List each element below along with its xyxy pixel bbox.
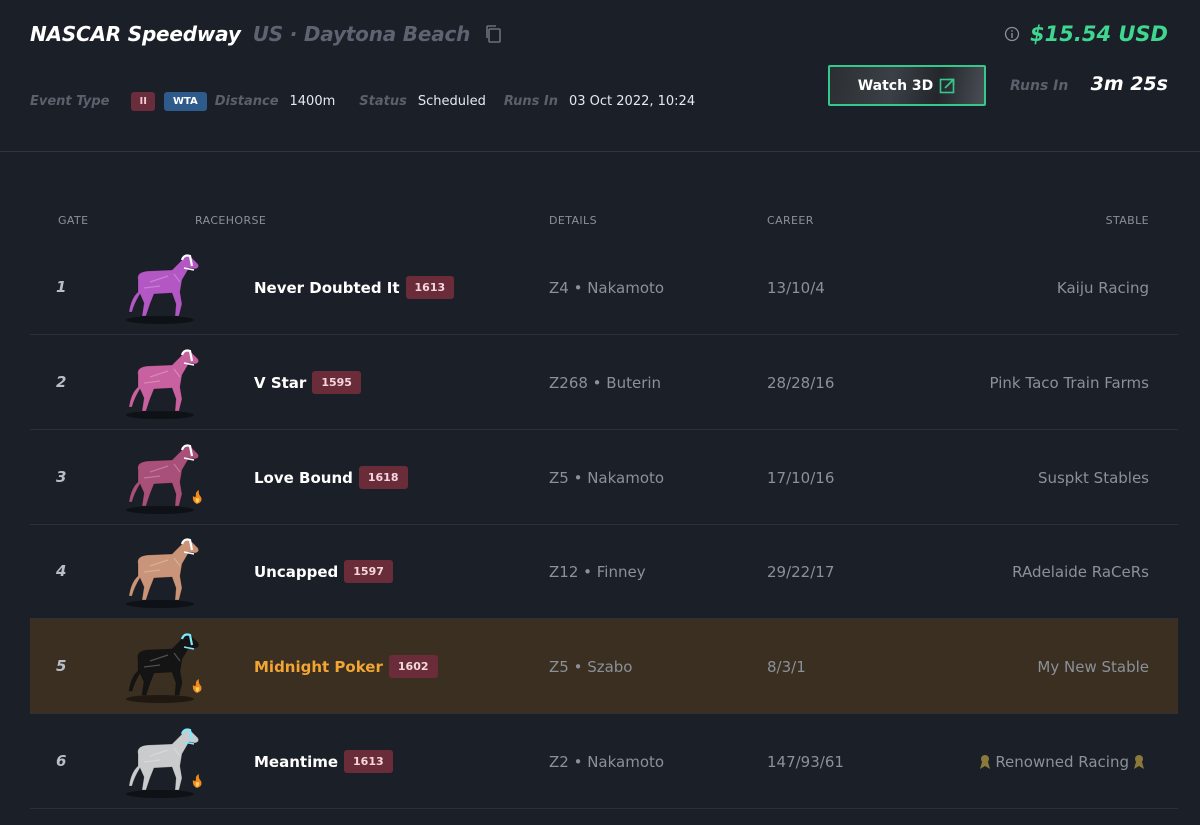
horse-icon [126,444,202,514]
rating-badge: 1597 [344,560,393,583]
horse-icon [126,728,202,798]
stable-name: My New Stable [1037,658,1149,676]
horse-name-cell: Meantime 1613 [254,750,393,773]
horse-name-cell: V Star 1595 [254,371,361,394]
horse-career: 17/10/16 [767,469,835,487]
award-ribbon-icon [978,754,992,770]
horse-avatar[interactable] [120,530,202,610]
stable-name: Kaiju Racing [1056,279,1149,297]
horse-details: Z5 • Szabo [549,658,633,676]
horse-stable[interactable]: Renowned Racing [975,753,1149,771]
horse-icon [126,538,199,608]
header-gate: GATE [58,214,89,227]
rating-badge: 1613 [405,276,455,299]
race-meta: Event Type II WTA Distance 1400m Status … [30,92,695,111]
runs-in-label: Runs In [503,94,558,109]
fire-icon [192,490,202,504]
table-row[interactable]: 1 Never Doubted It 1613 Z4 • Nakamoto 13… [30,240,1178,335]
status-value: Scheduled [417,94,486,109]
info-icon[interactable] [1004,26,1020,42]
horse-name[interactable]: V Star [254,374,306,392]
race-name: NASCAR Speedway [30,22,241,46]
horse-name[interactable]: Midnight Poker [254,658,383,676]
horse-details: Z2 • Nakamoto [549,753,665,771]
stable-name: Pink Taco Train Farms [989,374,1149,392]
external-link-icon [939,77,956,94]
countdown-value: 3m 25s [1090,73,1168,95]
fire-icon [192,774,202,788]
stable-name: Suspkt Stables [1037,469,1149,487]
horse-icon [126,254,199,324]
gate-number: 5 [56,657,67,675]
horse-details: Z4 • Nakamoto [549,279,665,297]
gate-number: 3 [56,468,67,486]
rating-badge: 1602 [388,655,438,678]
stable-name: RAdelaide RaCeRs [1012,563,1149,581]
horse-career: 147/93/61 [767,753,844,771]
horse-stable[interactable]: Kaiju Racing [1057,279,1149,297]
entry-fee-amount: $15.54 USD [1030,22,1168,46]
stable-name: Renowned Racing [995,753,1129,771]
race-title-row: NASCAR Speedway US · Daytona Beach [30,22,502,46]
table-row[interactable]: 3 Love Bound 1618 Z5 • Nakamoto 17/10/16… [30,430,1178,525]
class-badge: II [131,92,155,111]
rating-badge: 1595 [312,371,361,394]
horse-stable[interactable]: RAdelaide RaCeRs [1012,563,1149,581]
horse-name[interactable]: Meantime [254,753,338,771]
horse-stable[interactable]: Suspkt Stables [1038,469,1149,487]
gate-number: 6 [56,752,67,770]
table-row[interactable]: 6 Meantime 1613 Z2 • Nakamoto 147/93/61 … [30,714,1178,809]
horse-career: 29/22/17 [767,563,835,581]
horse-stable[interactable]: My New Stable [1037,658,1149,676]
horse-name-cell: Uncapped 1597 [254,560,393,583]
event-type-label: Event Type [30,94,110,109]
gate-number: 4 [56,562,67,580]
horse-avatar[interactable] [120,625,202,705]
header-racehorse: RACEHORSE [195,214,267,227]
horse-career: 28/28/16 [767,374,835,392]
watch-3d-button[interactable]: Watch 3D [828,65,986,106]
start-time: 03 Oct 2022, 10:24 [569,94,696,109]
header-details: DETAILS [549,214,597,227]
race-location: US · Daytona Beach [252,22,471,46]
rating-badge: 1618 [358,466,408,489]
horse-details: Z12 • Finney [549,563,646,581]
horse-details: Z268 • Buterin [549,374,662,392]
horse-avatar[interactable] [120,720,202,800]
gate-number: 1 [56,278,67,296]
horse-name[interactable]: Never Doubted It [254,279,400,297]
award-ribbon-icon [1132,754,1146,770]
horse-name[interactable]: Love Bound [254,469,353,487]
horse-name-cell: Love Bound 1618 [254,466,408,489]
horse-name[interactable]: Uncapped [254,563,338,581]
horse-stable[interactable]: Pink Taco Train Farms [990,374,1149,392]
header-career: CAREER [767,214,814,227]
table-row[interactable]: 2 V Star 1595 Z268 • Buterin 28/28/16 Pi… [30,335,1178,430]
horse-name-cell: Never Doubted It 1613 [254,276,455,299]
table-row[interactable]: 4 Uncapped 1597 Z12 • Finney 29/22/17 RA… [30,524,1178,619]
horse-avatar[interactable] [120,246,202,326]
header-stable: STABLE [1105,214,1149,227]
horse-avatar[interactable] [120,436,202,516]
type-badge: WTA [163,92,207,111]
distance-label: Distance [214,94,279,109]
distance-value: 1400m [289,94,336,109]
horse-icon [126,349,199,419]
horse-details: Z5 • Nakamoto [549,469,665,487]
horse-icon [126,633,202,703]
entry-fee: $15.54 USD [1004,22,1168,46]
horse-avatar[interactable] [120,341,202,421]
status-label: Status [359,94,407,109]
fire-icon [192,679,202,693]
table-row-selected[interactable]: 5 Midnight Poker 1602 Z5 • Szabo 8/3/1 M… [30,619,1178,714]
watch-3d-label: Watch 3D [857,77,934,94]
horse-career: 13/10/4 [767,279,825,297]
horse-name-cell: Midnight Poker 1602 [254,655,438,678]
race-header: NASCAR Speedway US · Daytona Beach $15.5… [0,0,1200,152]
horse-career: 8/3/1 [767,658,806,676]
gate-number: 2 [56,373,67,391]
rating-badge: 1613 [344,750,393,773]
copy-icon[interactable] [484,24,502,44]
countdown-label: Runs In [1010,78,1069,94]
